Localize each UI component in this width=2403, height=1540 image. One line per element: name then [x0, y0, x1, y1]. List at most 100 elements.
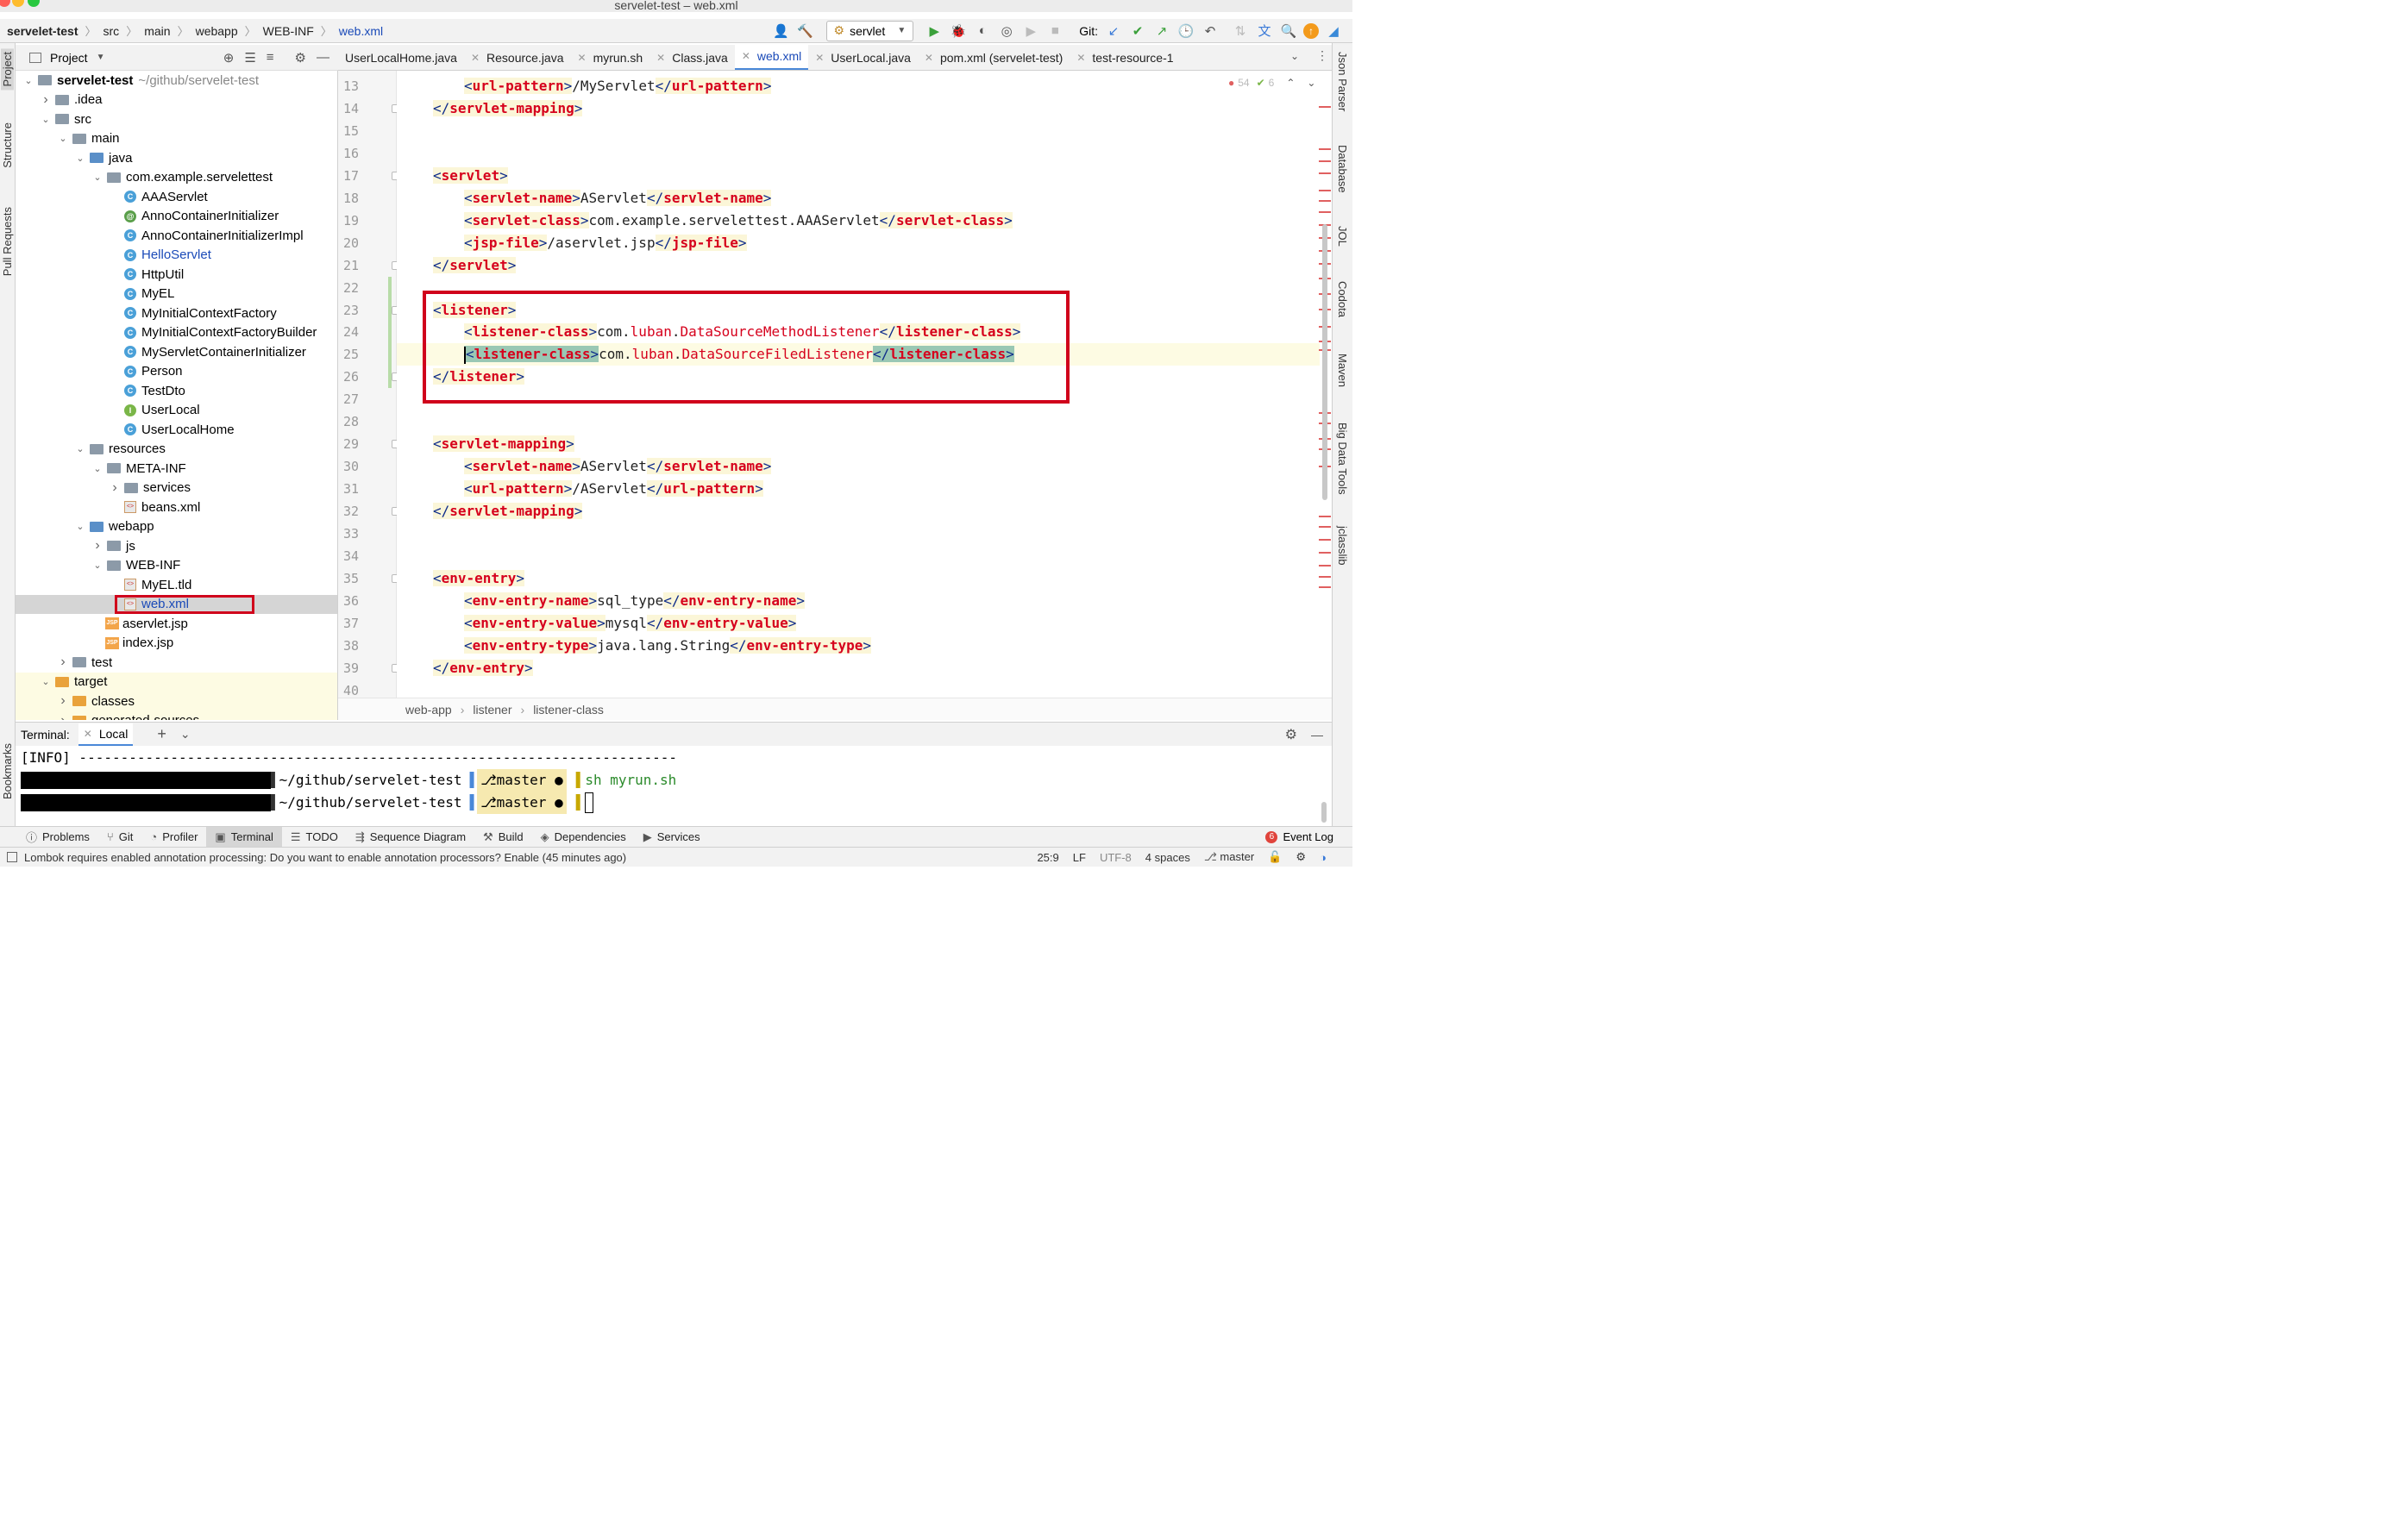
error-stripe-mark[interactable]	[1319, 172, 1331, 174]
tree-item[interactable]: C MyInitialContextFactoryBuilder	[16, 323, 337, 343]
code-line[interactable]: </env-entry>	[433, 657, 533, 679]
chevron-down-icon[interactable]: ⌄	[57, 133, 69, 144]
chevron-down-icon[interactable]: ⌄	[1307, 77, 1315, 89]
tool-window-services[interactable]: ▶ Services	[635, 827, 709, 848]
terminal-tab-local[interactable]: ✕ Local	[78, 723, 134, 746]
tree-item[interactable]: @ AnnoContainerInitializer	[16, 207, 337, 227]
breadcrumb-item[interactable]: webapp	[196, 24, 238, 38]
error-stripe-mark[interactable]	[1319, 200, 1331, 202]
breadcrumb-item[interactable]: main	[144, 24, 170, 38]
tree-item[interactable]: › classes	[16, 692, 337, 711]
editor-scrollbar[interactable]	[1322, 224, 1327, 500]
tool-codota[interactable]: Codota	[1336, 281, 1349, 317]
close-icon[interactable]: ✕	[656, 52, 665, 64]
run-dimmed-icon[interactable]: ▶	[1021, 22, 1040, 41]
search-icon[interactable]: 🔍	[1279, 22, 1298, 41]
error-stripe-mark[interactable]	[1319, 552, 1331, 554]
error-stripe-mark[interactable]	[1319, 516, 1331, 517]
inspection-widget[interactable]: ● 54 ✔ 6 ⌃ ⌄	[1228, 77, 1315, 89]
ide-logo-icon[interactable]: ◢	[1324, 22, 1343, 41]
tool-project[interactable]: Project	[1, 48, 14, 91]
tree-item[interactable]: ⌄ java	[16, 148, 337, 168]
tree-item[interactable]: ⌄ com.example.servelettest	[16, 168, 337, 188]
stop-icon[interactable]: ■	[1045, 22, 1064, 41]
chevron-up-icon[interactable]: ⌃	[1286, 77, 1295, 89]
run-icon[interactable]: ▶	[925, 22, 944, 41]
vcs-change-marker[interactable]	[388, 276, 392, 389]
editor-tab[interactable]: ✕ web.xml	[734, 45, 809, 70]
chevron-down-icon[interactable]: ⌄	[91, 172, 104, 183]
add-terminal-icon[interactable]: +	[157, 725, 166, 743]
error-stripe-mark[interactable]	[1319, 565, 1331, 567]
code-line[interactable]: <servlet-name>AServlet</servlet-name>	[464, 455, 772, 478]
breadcrumb-item[interactable]: WEB-INF	[263, 24, 314, 38]
update-icon[interactable]: ↑	[1303, 22, 1319, 39]
close-icon[interactable]: ✕	[84, 728, 92, 740]
code-line[interactable]: <env-entry-value>mysql</env-entry-value>	[464, 612, 797, 635]
tree-item[interactable]: <> web.xml	[16, 594, 337, 614]
tool-pull-requests[interactable]: Pull Requests	[1, 207, 14, 276]
tool-database[interactable]: Database	[1336, 145, 1349, 193]
gear-icon[interactable]: ⚙	[1285, 726, 1297, 743]
tree-item[interactable]: C Person	[16, 362, 337, 382]
git-update-icon[interactable]: ↙	[1104, 22, 1123, 41]
tree-item[interactable]: <> beans.xml	[16, 498, 337, 517]
tool-jol[interactable]: JOL	[1336, 226, 1349, 247]
tree-item[interactable]: C MyEL	[16, 285, 337, 304]
tool-structure[interactable]: Structure	[1, 122, 14, 168]
hide-panel-icon[interactable]: —	[317, 50, 329, 66]
tool-big-data-tools[interactable]: Big Data Tools	[1336, 423, 1349, 495]
chevron-down-icon[interactable]: ⌄	[180, 727, 191, 742]
hide-panel-icon[interactable]: —	[1311, 728, 1323, 742]
tool-window-git[interactable]: ⑂ Git	[98, 827, 141, 848]
history-icon[interactable]: 🕒	[1176, 22, 1195, 41]
tool-jclasslib[interactable]: jclasslib	[1336, 526, 1349, 566]
tree-item[interactable]: ⌄ WEB-INF	[16, 556, 337, 576]
tool-bookmarks[interactable]: Bookmarks	[1, 743, 14, 799]
chevron-right-icon[interactable]: ›	[40, 92, 52, 108]
tree-item[interactable]: ⌄ main	[16, 129, 337, 149]
chevron-down-icon[interactable]: ⌄	[40, 114, 52, 125]
line-separator[interactable]: LF	[1073, 851, 1086, 864]
maximize-window-button[interactable]	[28, 0, 40, 7]
breadcrumb-item[interactable]: servelet-test	[7, 24, 78, 38]
code-line[interactable]: <env-entry-type>java.lang.String</env-en…	[464, 635, 872, 657]
run-config-selector[interactable]: ⚙ servlet ▼	[825, 20, 914, 41]
tree-item[interactable]: ⌄ resources	[16, 440, 337, 460]
close-icon[interactable]: ✕	[471, 52, 480, 64]
close-icon[interactable]: ✕	[578, 52, 587, 64]
tree-item[interactable]: › test	[16, 653, 337, 673]
git-branch-widget[interactable]: ⎇ master	[1204, 850, 1254, 864]
close-window-button[interactable]	[0, 0, 10, 7]
vcs-operations-icon[interactable]: ⇅	[1231, 22, 1250, 41]
editor-breadcrumb-item[interactable]: listener	[473, 703, 511, 717]
chevron-right-icon[interactable]: ›	[57, 693, 69, 709]
tabs-overflow-icon[interactable]: ⌄	[1290, 50, 1299, 62]
close-icon[interactable]: ✕	[815, 52, 824, 64]
chevron-right-icon[interactable]: ›	[91, 538, 104, 554]
status-toggle-icon[interactable]	[7, 852, 17, 862]
code-line[interactable]: <servlet-mapping>	[433, 433, 574, 455]
tree-item[interactable]: C AAAServlet	[16, 187, 337, 207]
locate-icon[interactable]: ⊕	[223, 50, 235, 66]
error-stripe-mark[interactable]	[1319, 106, 1331, 108]
caret-position[interactable]: 25:9	[1037, 851, 1058, 864]
code-line[interactable]: <env-entry-name>sql_type</env-entry-name…	[464, 590, 805, 612]
editor-tab[interactable]: ✕ Class.java	[649, 45, 735, 70]
editor-tab[interactable]: ✕ myrun.sh	[571, 45, 650, 70]
tool-window-dependencies[interactable]: ◈ Dependencies	[532, 827, 635, 848]
code-line[interactable]: <servlet>	[433, 165, 508, 187]
code-line[interactable]: <url-pattern>/MyServlet</url-pattern>	[464, 75, 772, 97]
tool-window-problems[interactable]: ⓘ Problems	[17, 827, 98, 848]
gear-icon[interactable]: ⚙	[295, 50, 306, 66]
terminal-output[interactable]: [INFO] ---------------------------------…	[16, 747, 1332, 826]
tool-maven[interactable]: Maven	[1336, 354, 1349, 387]
status-message[interactable]: Lombok requires enabled annotation proce…	[24, 851, 626, 864]
lock-icon[interactable]: 🔓	[1268, 850, 1282, 864]
git-push-icon[interactable]: ↗	[1152, 22, 1171, 41]
editor-tab[interactable]: UserLocalHome.java	[338, 45, 464, 70]
close-icon[interactable]: ✕	[742, 50, 750, 62]
error-stripe-mark[interactable]	[1319, 539, 1331, 541]
close-icon[interactable]: ✕	[925, 52, 933, 64]
error-stripe-mark[interactable]	[1319, 586, 1331, 588]
